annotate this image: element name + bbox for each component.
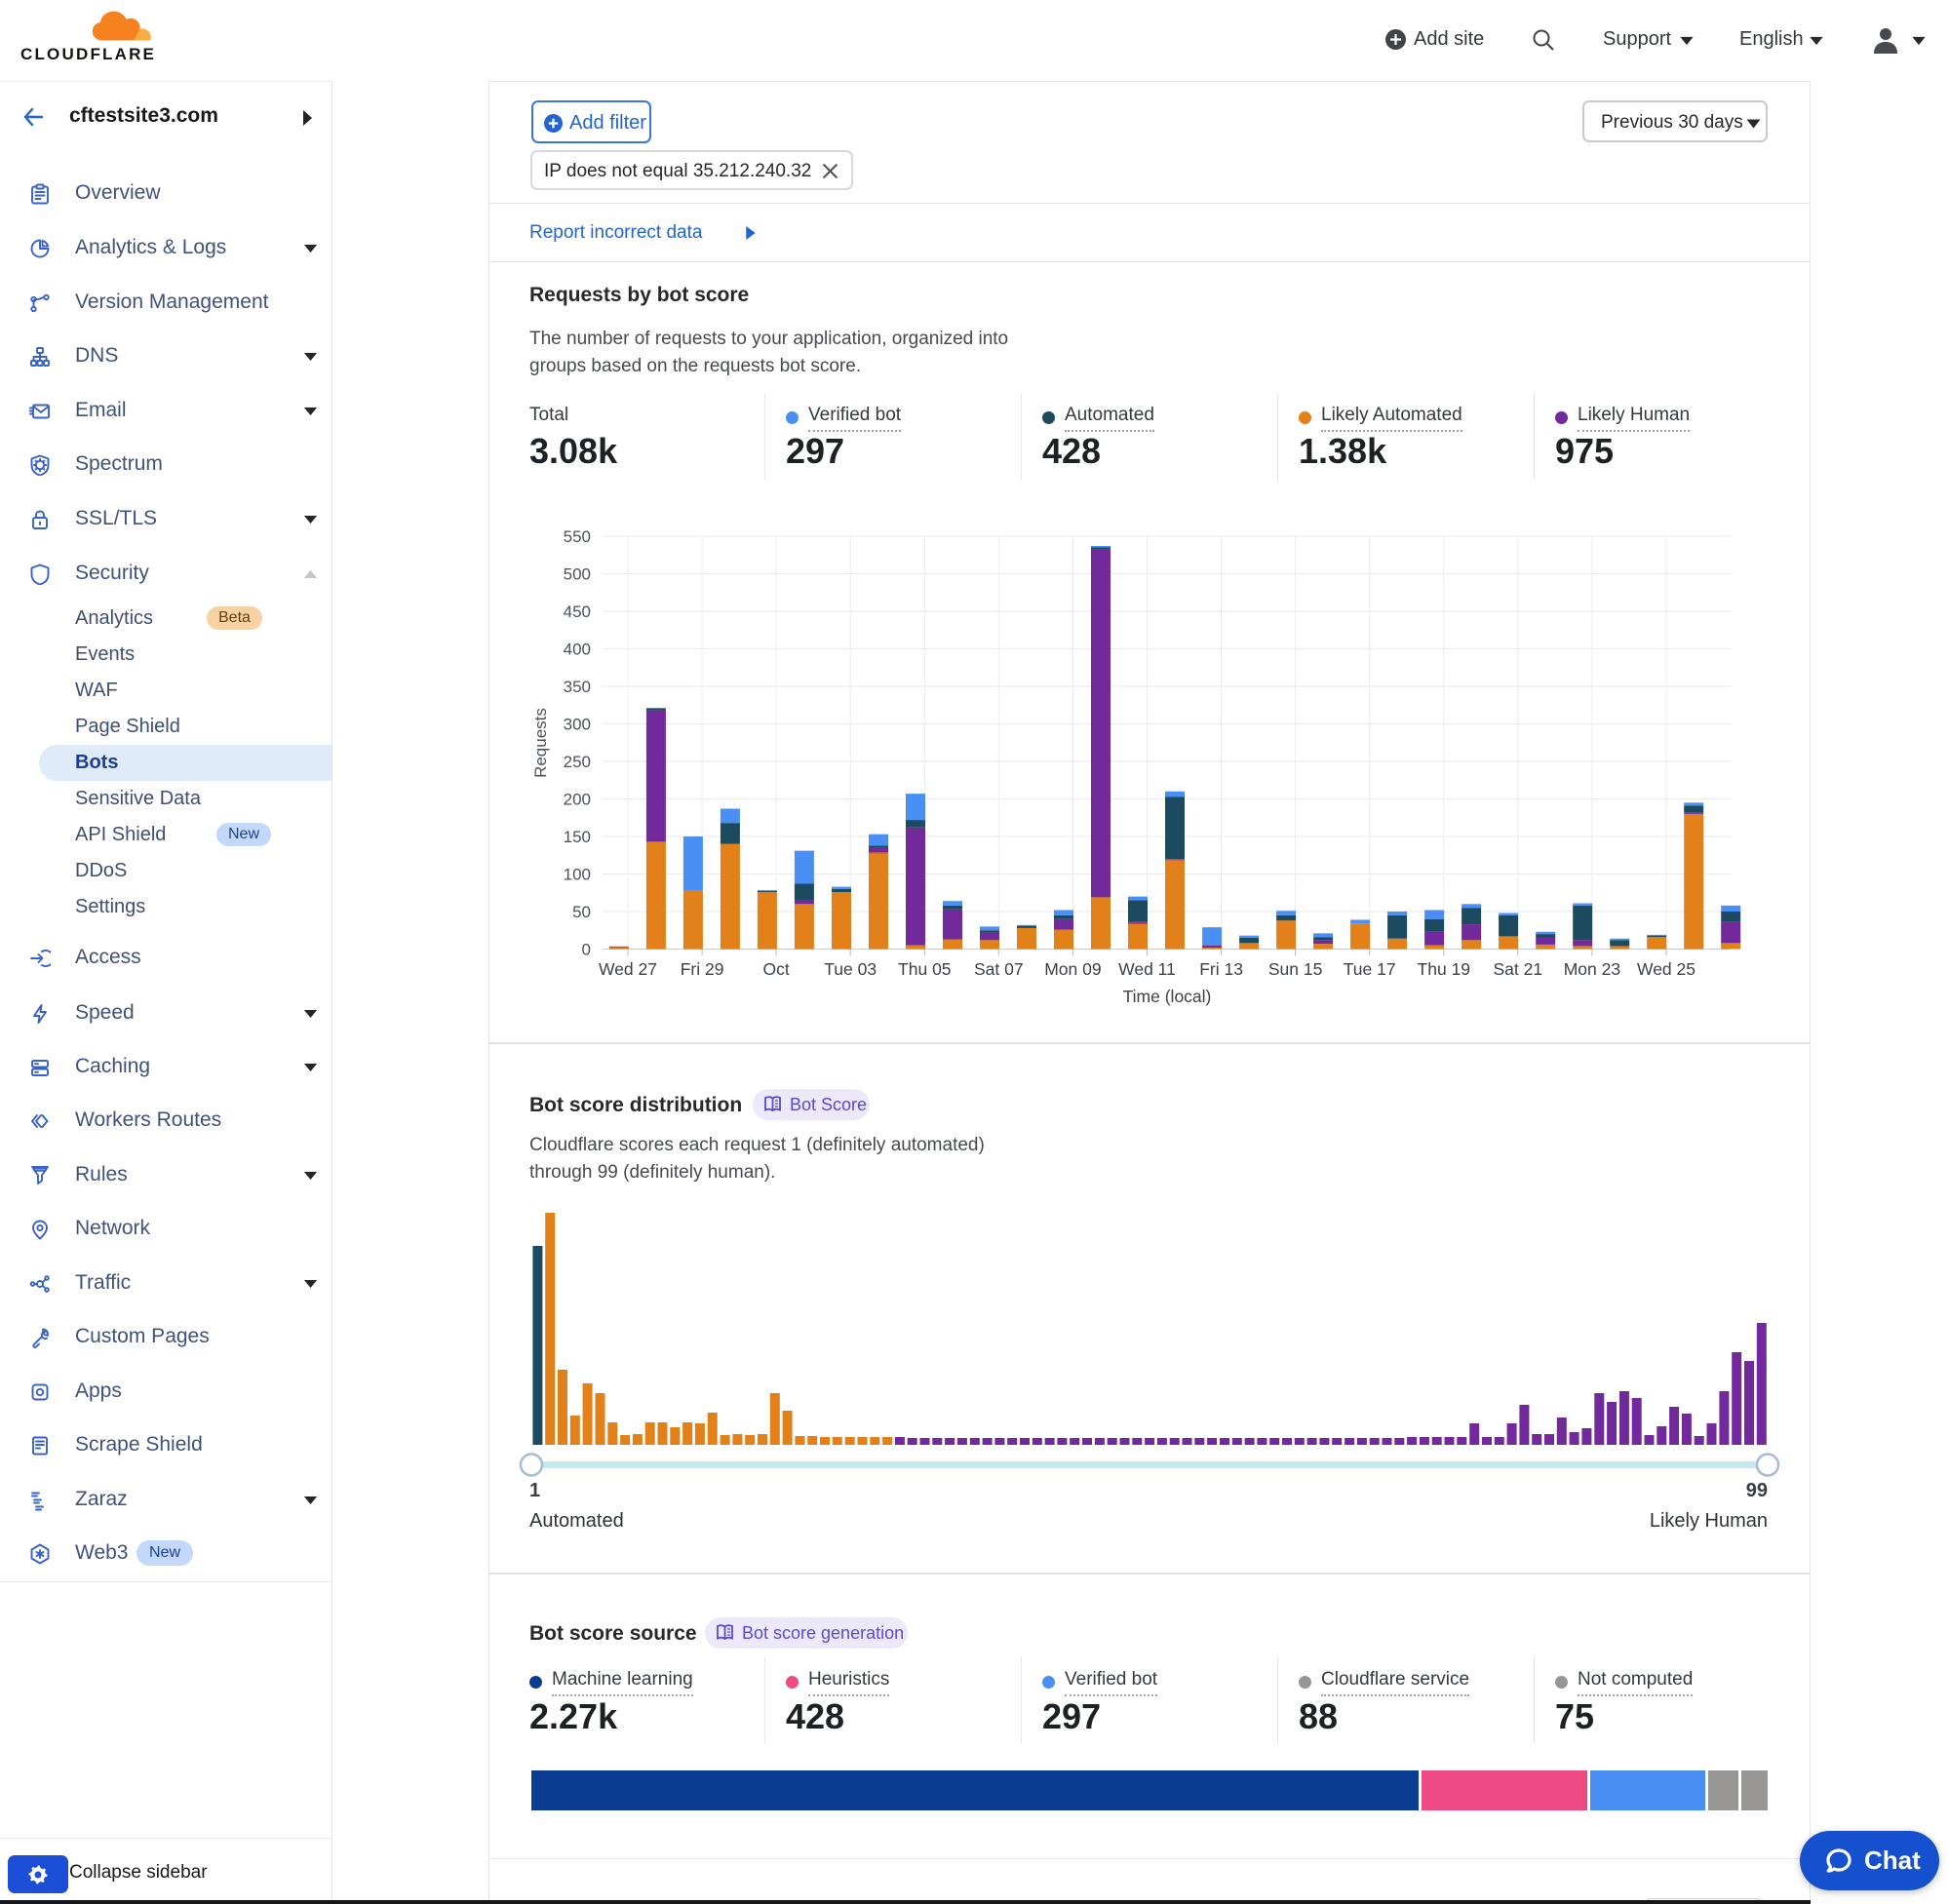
svg-text:Sat 21: Sat 21 (1493, 959, 1542, 979)
svg-text:Thu 05: Thu 05 (898, 959, 951, 979)
svg-text:Wed 11: Wed 11 (1118, 959, 1176, 979)
svg-text:450: 450 (564, 602, 591, 621)
svg-text:Fri 29: Fri 29 (681, 959, 724, 979)
svg-text:Mon 23: Mon 23 (1564, 959, 1620, 979)
svg-text:400: 400 (564, 641, 591, 659)
svg-text:100: 100 (564, 866, 591, 884)
svg-text:Sat 07: Sat 07 (974, 959, 1024, 979)
svg-text:150: 150 (564, 828, 591, 846)
svg-text:Fri 13: Fri 13 (1199, 959, 1243, 979)
svg-text:350: 350 (564, 678, 591, 696)
svg-text:Tue 17: Tue 17 (1344, 959, 1396, 979)
svg-text:250: 250 (564, 753, 591, 771)
svg-text:0: 0 (582, 941, 591, 959)
svg-text:Wed 25: Wed 25 (1637, 959, 1696, 979)
svg-text:Time (local): Time (local) (1123, 987, 1212, 1006)
svg-text:200: 200 (564, 791, 591, 809)
svg-text:50: 50 (572, 903, 591, 921)
svg-text:500: 500 (564, 565, 591, 584)
svg-text:Wed 27: Wed 27 (599, 959, 657, 979)
svg-text:Mon 09: Mon 09 (1044, 959, 1101, 979)
svg-text:Sun 15: Sun 15 (1268, 959, 1322, 979)
svg-text:550: 550 (564, 527, 591, 546)
svg-text:Requests: Requests (531, 708, 550, 778)
svg-text:Thu 19: Thu 19 (1418, 959, 1470, 979)
svg-text:300: 300 (564, 716, 591, 734)
svg-text:Oct: Oct (762, 959, 789, 979)
svg-text:Tue 03: Tue 03 (824, 959, 877, 979)
